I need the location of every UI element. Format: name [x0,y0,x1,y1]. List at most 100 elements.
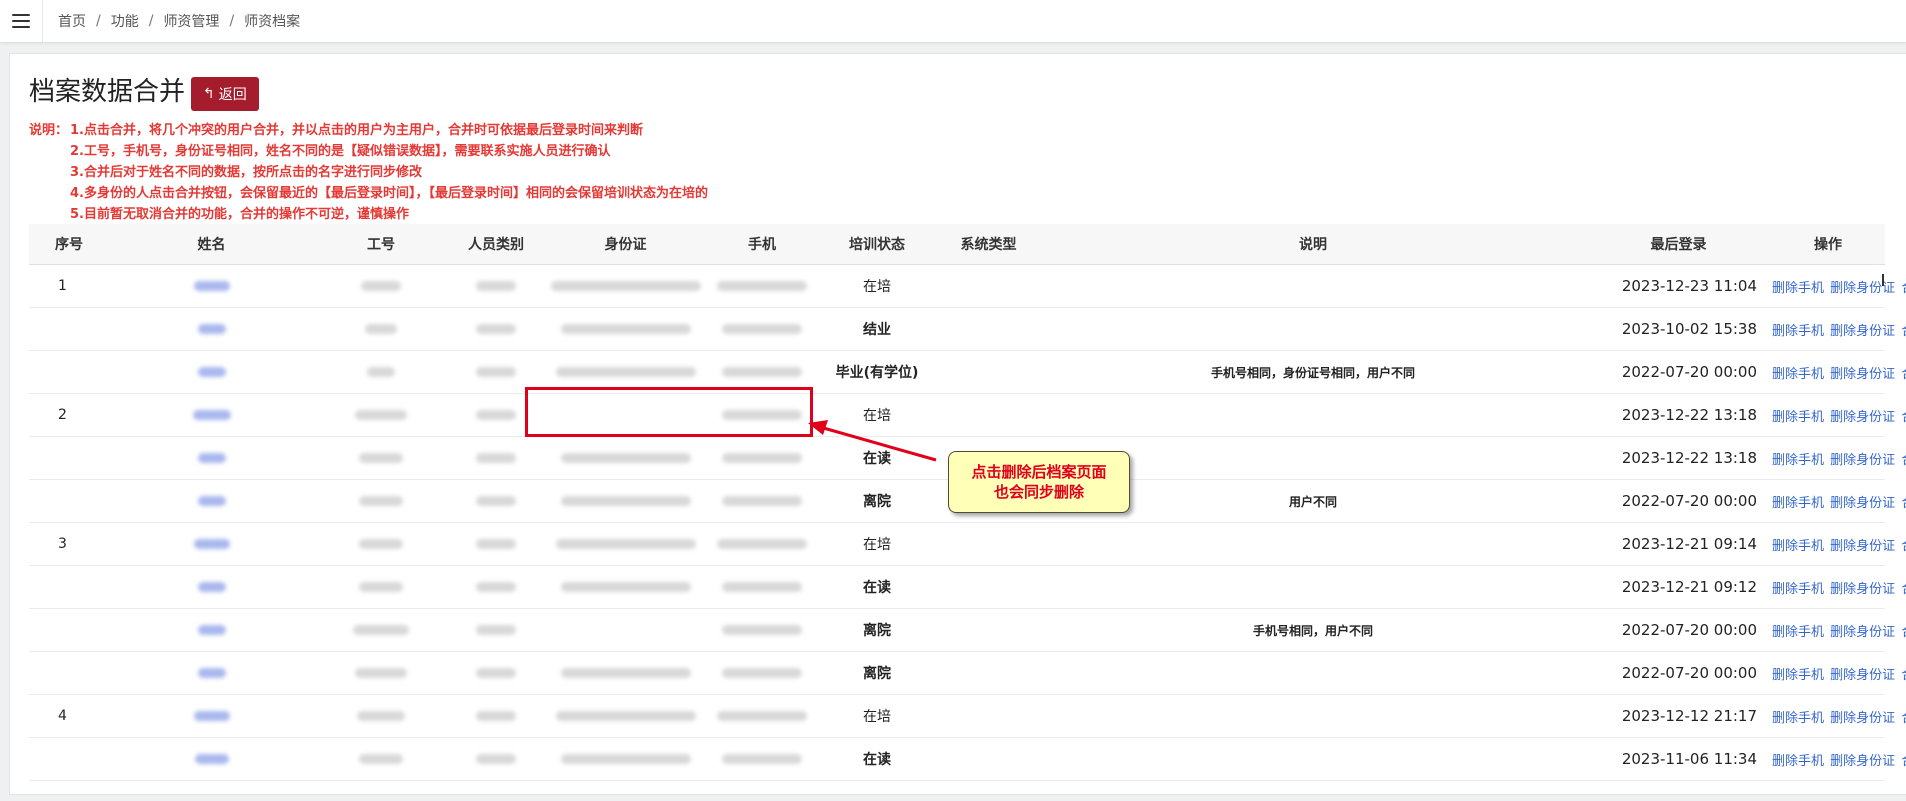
breadcrumb-teacher-management[interactable]: 师资管理 [163,11,219,31]
cell-actions: 删除手机 删除身份证 合并 [1771,565,1906,609]
merge-link[interactable]: 合并 [1901,453,1906,468]
merge-link[interactable]: 合并 [1901,711,1906,726]
header-staff-category: 人员类别 [448,224,544,265]
delete-phone-link[interactable]: 删除手机 [1772,453,1824,468]
delete-phone-link[interactable]: 删除手机 [1772,711,1824,726]
cell-seq: 3 [29,522,109,566]
cell-employee-id [314,436,448,480]
table-header-row: 序号 姓名 工号 人员类别 身份证 手机 培训状态 系统类型 说明 最后登录 操… [29,224,1885,265]
back-button[interactable]: ↰ 返回 [191,77,259,111]
cell-seq [29,479,109,523]
delete-phone-link[interactable]: 删除手机 [1772,367,1824,382]
delete-id-card-link[interactable]: 删除身份证 [1830,625,1895,640]
merge-link[interactable]: 合并 [1901,754,1906,769]
cell-employee-id [314,651,448,695]
delete-phone-link[interactable]: 删除手机 [1772,496,1824,511]
cell-seq [29,307,109,351]
merge-link[interactable]: 合并 [1901,367,1906,382]
cell-actions: 删除手机 删除身份证 合并 [1771,522,1906,566]
delete-phone-link[interactable]: 删除手机 [1772,668,1824,683]
delete-id-card-link[interactable]: 删除身份证 [1830,668,1895,683]
delete-id-card-link[interactable]: 删除身份证 [1830,453,1895,468]
merge-link[interactable]: 合并 [1901,668,1906,683]
cell-id-card [544,694,707,738]
cell-phone [707,565,817,609]
delete-id-card-link[interactable]: 删除身份证 [1830,754,1895,769]
note-line: 5.目前暂无取消合并的功能，合并的操作不可逆，谨慎操作 [70,207,409,222]
table-row: 3 在培 2023-12-21 09:14删除手机 删除身份证 合并 [29,522,1906,566]
cell-system-type [937,651,1040,695]
cell-employee-id [314,307,448,351]
delete-id-card-link[interactable]: 删除身份证 [1830,410,1895,425]
cell-name [109,264,314,308]
cell-phone [707,737,817,781]
table-row: 毕业(有学位) 手机号相同，身份证号相同，用户不同 2022-07-20 00:00… [29,350,1906,394]
cell-last-login: 2023-12-12 21:17 [1586,694,1771,738]
delete-id-card-link[interactable]: 删除身份证 [1830,539,1895,554]
note-line: 2.工号，手机号，身份证号相同，姓名不同的是【疑似错误数据】，需要联系实施人员进… [70,144,611,159]
cell-remark [1040,522,1586,566]
cell-training-status: 结业 [817,307,937,351]
cell-id-card [544,522,707,566]
cell-last-login: 2023-12-21 09:12 [1586,565,1771,609]
cell-staff-category [448,264,544,308]
notes-lead: 说明： [29,123,69,138]
cell-name [109,436,314,480]
delete-phone-link[interactable]: 删除手机 [1772,582,1824,597]
merge-link[interactable]: 合并 [1901,582,1906,597]
cell-system-type [937,694,1040,738]
callout-arrow-icon [808,420,937,462]
menu-toggle-button[interactable] [0,0,43,42]
merge-link[interactable]: 合并 [1901,539,1906,554]
cell-actions: 删除手机 删除身份证 合并 [1771,264,1906,308]
cell-last-login: 2023-10-02 15:38 [1586,307,1771,351]
cell-system-type [937,608,1040,652]
delete-id-card-link[interactable]: 删除身份证 [1830,711,1895,726]
delete-id-card-link[interactable]: 删除身份证 [1830,582,1895,597]
cell-last-login: 2022-07-20 00:00 [1586,350,1771,394]
cell-phone [707,522,817,566]
cell-system-type [937,737,1040,781]
cell-id-card [544,608,707,652]
cell-name [109,350,314,394]
cell-seq [29,565,109,609]
delete-id-card-link[interactable]: 删除身份证 [1830,367,1895,382]
merge-link[interactable]: 合并 [1901,496,1906,511]
cell-actions: 删除手机 删除身份证 合并 [1771,737,1906,781]
cell-remark [1040,307,1586,351]
cell-name [109,651,314,695]
cell-last-login: 2023-12-22 13:18 [1586,436,1771,480]
cell-actions: 删除手机 删除身份证 合并 [1771,436,1906,480]
delete-phone-link[interactable]: 删除手机 [1772,410,1824,425]
scrollbar-thumb[interactable] [1882,274,1884,286]
breadcrumb-function[interactable]: 功能 [111,11,139,31]
delete-phone-link[interactable]: 删除手机 [1772,625,1824,640]
cell-phone [707,264,817,308]
cell-id-card [544,436,707,480]
cell-staff-category [448,565,544,609]
table-row: 离院 手机号相同，用户不同2022-07-20 00:00删除手机 删除身份证 合… [29,608,1906,652]
delete-id-card-link[interactable]: 删除身份证 [1830,496,1895,511]
cell-remark [1040,737,1586,781]
cell-id-card [544,264,707,308]
cell-staff-category [448,479,544,523]
cell-name [109,307,314,351]
cell-system-type [937,264,1040,308]
merge-link[interactable]: 合并 [1901,410,1906,425]
delete-id-card-link[interactable]: 删除身份证 [1830,281,1895,296]
delete-id-card-link[interactable]: 删除身份证 [1830,324,1895,339]
cell-system-type [937,565,1040,609]
back-arrow-icon: ↰ [203,86,215,102]
merge-link[interactable]: 合并 [1901,281,1906,296]
delete-phone-link[interactable]: 删除手机 [1772,281,1824,296]
cell-actions: 删除手机 删除身份证 合并 [1771,651,1906,695]
breadcrumb-home[interactable]: 首页 [58,11,86,31]
merge-link[interactable]: 合并 [1901,625,1906,640]
delete-phone-link[interactable]: 删除手机 [1772,539,1824,554]
cell-id-card [544,307,707,351]
delete-phone-link[interactable]: 删除手机 [1772,324,1824,339]
header-employee-id: 工号 [314,224,448,265]
merge-link[interactable]: 合并 [1901,324,1906,339]
cell-staff-category [448,737,544,781]
delete-phone-link[interactable]: 删除手机 [1772,754,1824,769]
